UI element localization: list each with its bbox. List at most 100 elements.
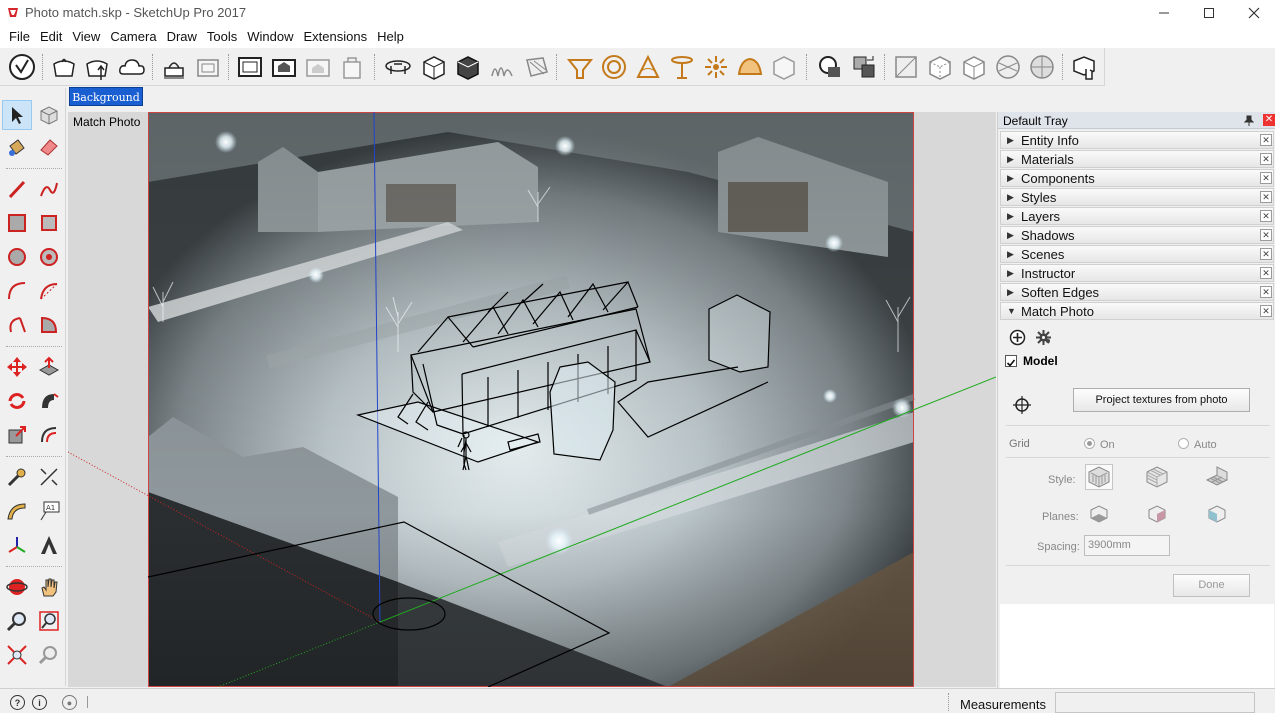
- panel-close-icon[interactable]: ✕: [1260, 305, 1272, 317]
- rotate-tool-button[interactable]: [2, 386, 32, 416]
- menu-window[interactable]: Window: [242, 26, 298, 48]
- plane-red-blue-button[interactable]: [1143, 501, 1171, 527]
- make-component-toolbar-button[interactable]: [768, 51, 800, 83]
- grid-auto-radio[interactable]: [1178, 438, 1189, 449]
- panel-close-icon[interactable]: ✕: [1260, 267, 1272, 279]
- display-section-button[interactable]: [268, 51, 300, 83]
- scene-tab-background[interactable]: Background: [69, 87, 143, 106]
- pan-tool-button[interactable]: [34, 572, 64, 602]
- panel-close-icon[interactable]: ✕: [1260, 191, 1272, 203]
- add-detail-button[interactable]: [564, 51, 596, 83]
- menu-file[interactable]: File: [4, 26, 35, 48]
- panel-instructor[interactable]: ▶ Instructor ✕: [1000, 264, 1274, 282]
- protractor-tool-button[interactable]: [2, 496, 32, 526]
- settings-gear-icon[interactable]: [1035, 329, 1052, 346]
- camera-position-button[interactable]: [666, 51, 698, 83]
- 3d-text-tool-button[interactable]: [34, 530, 64, 560]
- axes-tool-button[interactable]: [2, 530, 32, 560]
- three-point-arc-tool-button[interactable]: [2, 310, 32, 340]
- maximize-button[interactable]: [1186, 0, 1232, 26]
- panel-close-icon[interactable]: ✕: [1260, 153, 1272, 165]
- user-account-icon[interactable]: ●: [62, 695, 77, 710]
- zoom-extents-tool-button[interactable]: [2, 640, 32, 670]
- model-checkbox[interactable]: [1005, 355, 1017, 367]
- done-button[interactable]: Done: [1173, 574, 1250, 597]
- warehouse-button[interactable]: [6, 51, 38, 83]
- panel-close-icon[interactable]: ✕: [1260, 210, 1272, 222]
- zoom-window-tool-button[interactable]: [34, 606, 64, 636]
- scale-tool-button[interactable]: [2, 420, 32, 450]
- sandbox-from-contours-button[interactable]: [382, 51, 414, 83]
- select-tool-button[interactable]: [2, 100, 32, 130]
- hidden-line-button[interactable]: [992, 51, 1024, 83]
- previous-view-tool-button[interactable]: [34, 640, 64, 670]
- eraser-tool-button[interactable]: [34, 132, 64, 162]
- tape-measure-tool-button[interactable]: [2, 462, 32, 492]
- dimension-tool-button[interactable]: [34, 462, 64, 492]
- make-component-tool-button[interactable]: [34, 100, 64, 130]
- spacing-input[interactable]: 3900mm: [1084, 535, 1170, 556]
- menu-draw[interactable]: Draw: [162, 26, 202, 48]
- advanced-camera-button[interactable]: [1068, 51, 1100, 83]
- plane-red-green-button[interactable]: [1085, 501, 1113, 527]
- follow-me-tool-button[interactable]: [34, 386, 64, 416]
- panel-close-icon[interactable]: ✕: [1260, 134, 1272, 146]
- text-tool-button[interactable]: A1: [34, 496, 64, 526]
- line-tool-button[interactable]: [2, 174, 32, 204]
- walk-button[interactable]: [734, 51, 766, 83]
- panel-styles[interactable]: ▶ Styles ✕: [1000, 188, 1274, 206]
- panel-soften-edges[interactable]: ▶ Soften Edges ✕: [1000, 283, 1274, 301]
- layout-button[interactable]: [192, 51, 224, 83]
- solid-intersect-button[interactable]: [848, 51, 880, 83]
- section-plane-button[interactable]: [234, 51, 266, 83]
- menu-tools[interactable]: Tools: [202, 26, 242, 48]
- zoom-tool-button[interactable]: [2, 606, 32, 636]
- section-fill-button[interactable]: [336, 51, 368, 83]
- panel-materials[interactable]: ▶ Materials ✕: [1000, 150, 1274, 168]
- flip-edge-button[interactable]: [598, 51, 630, 83]
- crosshair-icon[interactable]: [1013, 396, 1031, 414]
- solid-outer-shell-button[interactable]: [814, 51, 846, 83]
- stamp-button[interactable]: [486, 51, 518, 83]
- rectangle-tool-button[interactable]: [2, 208, 32, 238]
- grid-style-cube-outside-button[interactable]: [1143, 464, 1171, 490]
- menu-camera[interactable]: Camera: [105, 26, 161, 48]
- polygon-tool-button[interactable]: [34, 242, 64, 272]
- generate-report-button[interactable]: [158, 51, 190, 83]
- rotated-rectangle-tool-button[interactable]: [34, 208, 64, 238]
- add-photo-icon[interactable]: [1009, 329, 1026, 346]
- plane-green-blue-button[interactable]: [1203, 501, 1231, 527]
- minimize-button[interactable]: [1141, 0, 1187, 26]
- push-pull-tool-button[interactable]: [34, 352, 64, 382]
- pin-icon[interactable]: [1244, 115, 1254, 126]
- look-around-button[interactable]: [700, 51, 732, 83]
- panel-components[interactable]: ▶ Components ✕: [1000, 169, 1274, 187]
- grid-on-radio[interactable]: [1084, 438, 1095, 449]
- smoove-button[interactable]: [452, 51, 484, 83]
- orbit-tool-button[interactable]: [2, 572, 32, 602]
- circle-tool-button[interactable]: [2, 242, 32, 272]
- menu-extensions[interactable]: Extensions: [299, 26, 373, 48]
- close-button[interactable]: [1231, 0, 1275, 26]
- panel-close-icon[interactable]: ✕: [1260, 229, 1272, 241]
- offset-tool-button[interactable]: [34, 420, 64, 450]
- panel-entity-info[interactable]: ▶ Entity Info ✕: [1000, 131, 1274, 149]
- menu-help[interactable]: Help: [372, 26, 409, 48]
- freehand-tool-button[interactable]: [34, 174, 64, 204]
- two-point-arc-tool-button[interactable]: [34, 276, 64, 306]
- panel-layers[interactable]: ▶ Layers ✕: [1000, 207, 1274, 225]
- wireframe-button[interactable]: [958, 51, 990, 83]
- panel-match-photo[interactable]: ▼ Match Photo ✕: [1000, 302, 1274, 320]
- grid-style-ground-button[interactable]: [1203, 464, 1231, 490]
- extension-manager-button[interactable]: [48, 51, 80, 83]
- display-section-cut-button[interactable]: [302, 51, 334, 83]
- perspective-button[interactable]: [632, 51, 664, 83]
- panel-scenes[interactable]: ▶ Scenes ✕: [1000, 245, 1274, 263]
- menu-view[interactable]: View: [67, 26, 105, 48]
- paint-bucket-tool-button[interactable]: [2, 132, 32, 162]
- panel-close-icon[interactable]: ✕: [1260, 172, 1272, 184]
- panel-close-icon[interactable]: ✕: [1260, 248, 1272, 260]
- share-model-button[interactable]: [82, 51, 114, 83]
- pie-tool-button[interactable]: [34, 310, 64, 340]
- project-textures-button[interactable]: Project textures from photo: [1073, 388, 1250, 412]
